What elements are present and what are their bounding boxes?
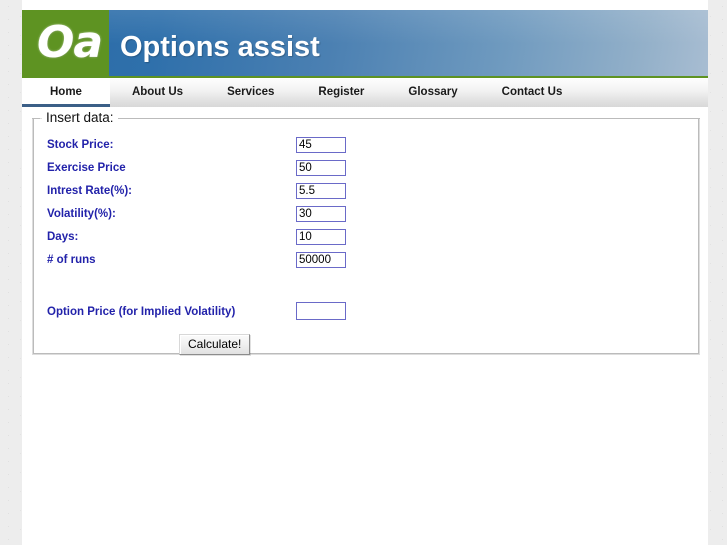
- nav-item-register[interactable]: Register: [296, 79, 386, 107]
- nav-link-glossary[interactable]: Glossary: [386, 79, 479, 107]
- logo-text: Oa: [36, 17, 103, 68]
- field-days: [296, 228, 346, 245]
- insert-data-fieldset: Insert data: Stock Price: Exercise Price…: [32, 110, 700, 355]
- nav-link-home[interactable]: Home: [22, 79, 110, 107]
- form-spacer-2: [33, 288, 699, 302]
- volatility-input[interactable]: [296, 206, 346, 222]
- site-header: Oa Options assist: [22, 0, 708, 78]
- number-of-runs-input[interactable]: [296, 252, 346, 268]
- option-price-input[interactable]: [296, 302, 346, 320]
- form-row-interest-rate: Intrest Rate(%):: [33, 182, 699, 205]
- label-interest-rate: Intrest Rate(%):: [47, 185, 132, 197]
- field-interest-rate: [296, 182, 346, 199]
- form-spacer: [33, 274, 699, 288]
- form-row-stock-price: Stock Price:: [33, 136, 699, 159]
- field-number-of-runs: [296, 251, 346, 268]
- stock-price-input[interactable]: [296, 137, 346, 153]
- field-volatility: [296, 205, 346, 222]
- nav-item-about-us[interactable]: About Us: [110, 79, 205, 107]
- main-content: Insert data: Stock Price: Exercise Price…: [22, 107, 708, 355]
- nav-link-services[interactable]: Services: [205, 79, 296, 107]
- field-stock-price: [296, 136, 346, 153]
- form-row-exercise-price: Exercise Price: [33, 159, 699, 182]
- interest-rate-input[interactable]: [296, 183, 346, 199]
- days-input[interactable]: [296, 229, 346, 245]
- label-option-price: Option Price (for Implied Volatility): [47, 306, 236, 318]
- nav-link-contact-us[interactable]: Contact Us: [480, 79, 585, 107]
- form-row-number-of-runs: # of runs: [33, 251, 699, 274]
- main-navigation: Home About Us Services Register Glossary…: [22, 79, 708, 107]
- label-volatility: Volatility(%):: [47, 208, 116, 220]
- form-row-option-price: Option Price (for Implied Volatility): [33, 302, 699, 325]
- label-stock-price: Stock Price:: [47, 139, 114, 151]
- nav-item-services[interactable]: Services: [205, 79, 296, 107]
- nav-link-about-us[interactable]: About Us: [110, 79, 205, 107]
- header-divider: [22, 76, 708, 78]
- field-option-price: [296, 302, 346, 320]
- site-logo[interactable]: Oa: [22, 10, 109, 78]
- exercise-price-input[interactable]: [296, 160, 346, 176]
- label-number-of-runs: # of runs: [47, 254, 96, 266]
- fieldset-legend: Insert data:: [42, 110, 118, 125]
- field-exercise-price: [296, 159, 346, 176]
- calculate-button[interactable]: Calculate!: [179, 334, 251, 355]
- nav-item-contact-us[interactable]: Contact Us: [480, 79, 585, 107]
- label-exercise-price: Exercise Price: [47, 162, 126, 174]
- form-actions: Calculate!: [33, 334, 699, 364]
- option-parameters-form: Stock Price: Exercise Price Intrest Rate…: [33, 136, 699, 364]
- nav-item-glossary[interactable]: Glossary: [386, 79, 479, 107]
- fieldset-border-top-left: [32, 118, 40, 120]
- form-row-volatility: Volatility(%):: [33, 205, 699, 228]
- form-row-days: Days:: [33, 228, 699, 251]
- site-title: Options assist: [120, 31, 320, 63]
- nav-list: Home About Us Services Register Glossary…: [22, 79, 708, 107]
- page-container: Oa Options assist Home About Us Services…: [22, 0, 708, 545]
- nav-link-register[interactable]: Register: [296, 79, 386, 107]
- fieldset-border-top-right: [117, 118, 700, 120]
- nav-item-home[interactable]: Home: [22, 79, 110, 107]
- label-days: Days:: [47, 231, 79, 243]
